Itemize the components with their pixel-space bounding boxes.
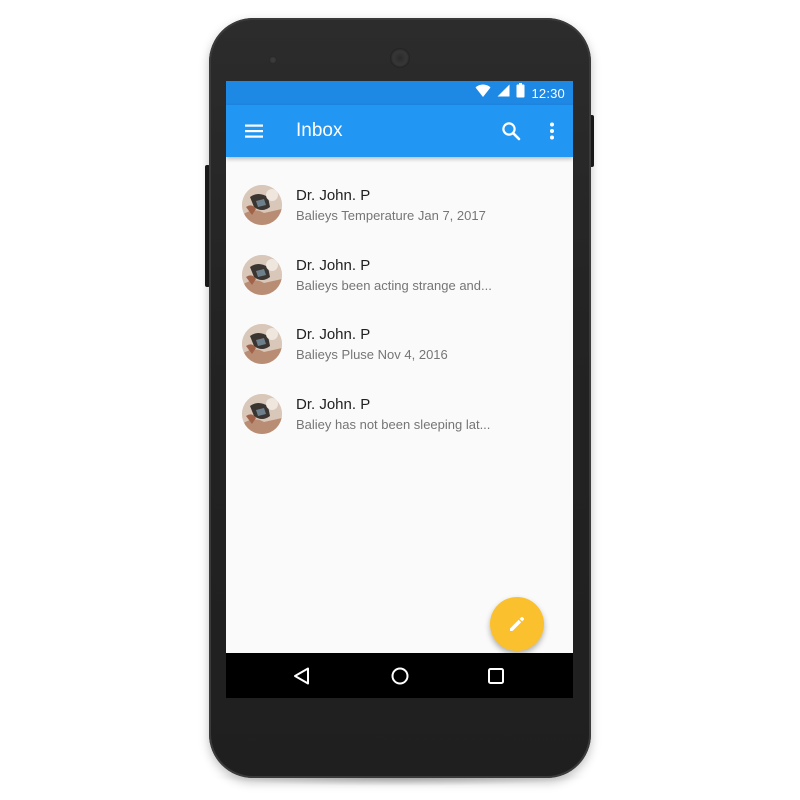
avatar <box>242 324 282 364</box>
message-sender: Dr. John. P <box>296 187 371 204</box>
phone-frame: 12:30 Inbox Dr. John. P Balieys Temperat… <box>209 18 591 778</box>
message-sender: Dr. John. P <box>296 257 371 274</box>
app-toolbar: Inbox <box>226 105 573 157</box>
list-item[interactable]: Dr. John. P Balieys Pluse Nov 4, 2016 <box>226 296 573 364</box>
front-camera <box>390 48 410 68</box>
list-item[interactable]: Dr. John. P Balieys Temperature Jan 7, 2… <box>226 157 573 225</box>
message-preview: Balieys Temperature Jan 7, 2017 <box>296 208 486 223</box>
message-preview: Balieys Pluse Nov 4, 2016 <box>296 347 448 362</box>
message-sender: Dr. John. P <box>296 326 371 343</box>
more-vert-icon[interactable] <box>540 119 564 143</box>
search-icon[interactable] <box>499 119 523 143</box>
cell-signal-icon <box>497 84 510 102</box>
avatar <box>242 185 282 225</box>
back-icon[interactable] <box>290 664 314 688</box>
list-item[interactable]: Dr. John. P Baliey has not been sleeping… <box>226 366 573 434</box>
avatar <box>242 255 282 295</box>
status-bar: 12:30 <box>226 81 573 105</box>
app-screen: 12:30 Inbox Dr. John. P Balieys Temperat… <box>226 81 573 698</box>
compose-fab[interactable] <box>490 597 544 651</box>
home-icon[interactable] <box>388 664 412 688</box>
message-sender: Dr. John. P <box>296 396 371 413</box>
recents-icon[interactable] <box>484 664 508 688</box>
message-preview: Balieys been acting strange and... <box>296 278 492 293</box>
menu-icon[interactable] <box>242 119 266 143</box>
wifi-icon <box>475 84 491 103</box>
page-title: Inbox <box>296 120 343 141</box>
proximity-sensor <box>269 56 277 64</box>
message-preview: Baliey has not been sleeping lat... <box>296 417 491 432</box>
pencil-icon <box>510 616 525 631</box>
device-stage: 12:30 Inbox Dr. John. P Balieys Temperat… <box>0 0 800 800</box>
status-time: 12:30 <box>531 85 565 101</box>
battery-icon <box>516 83 525 103</box>
list-item[interactable]: Dr. John. P Balieys been acting strange … <box>226 227 573 295</box>
navigation-bar <box>226 653 573 698</box>
avatar <box>242 394 282 434</box>
